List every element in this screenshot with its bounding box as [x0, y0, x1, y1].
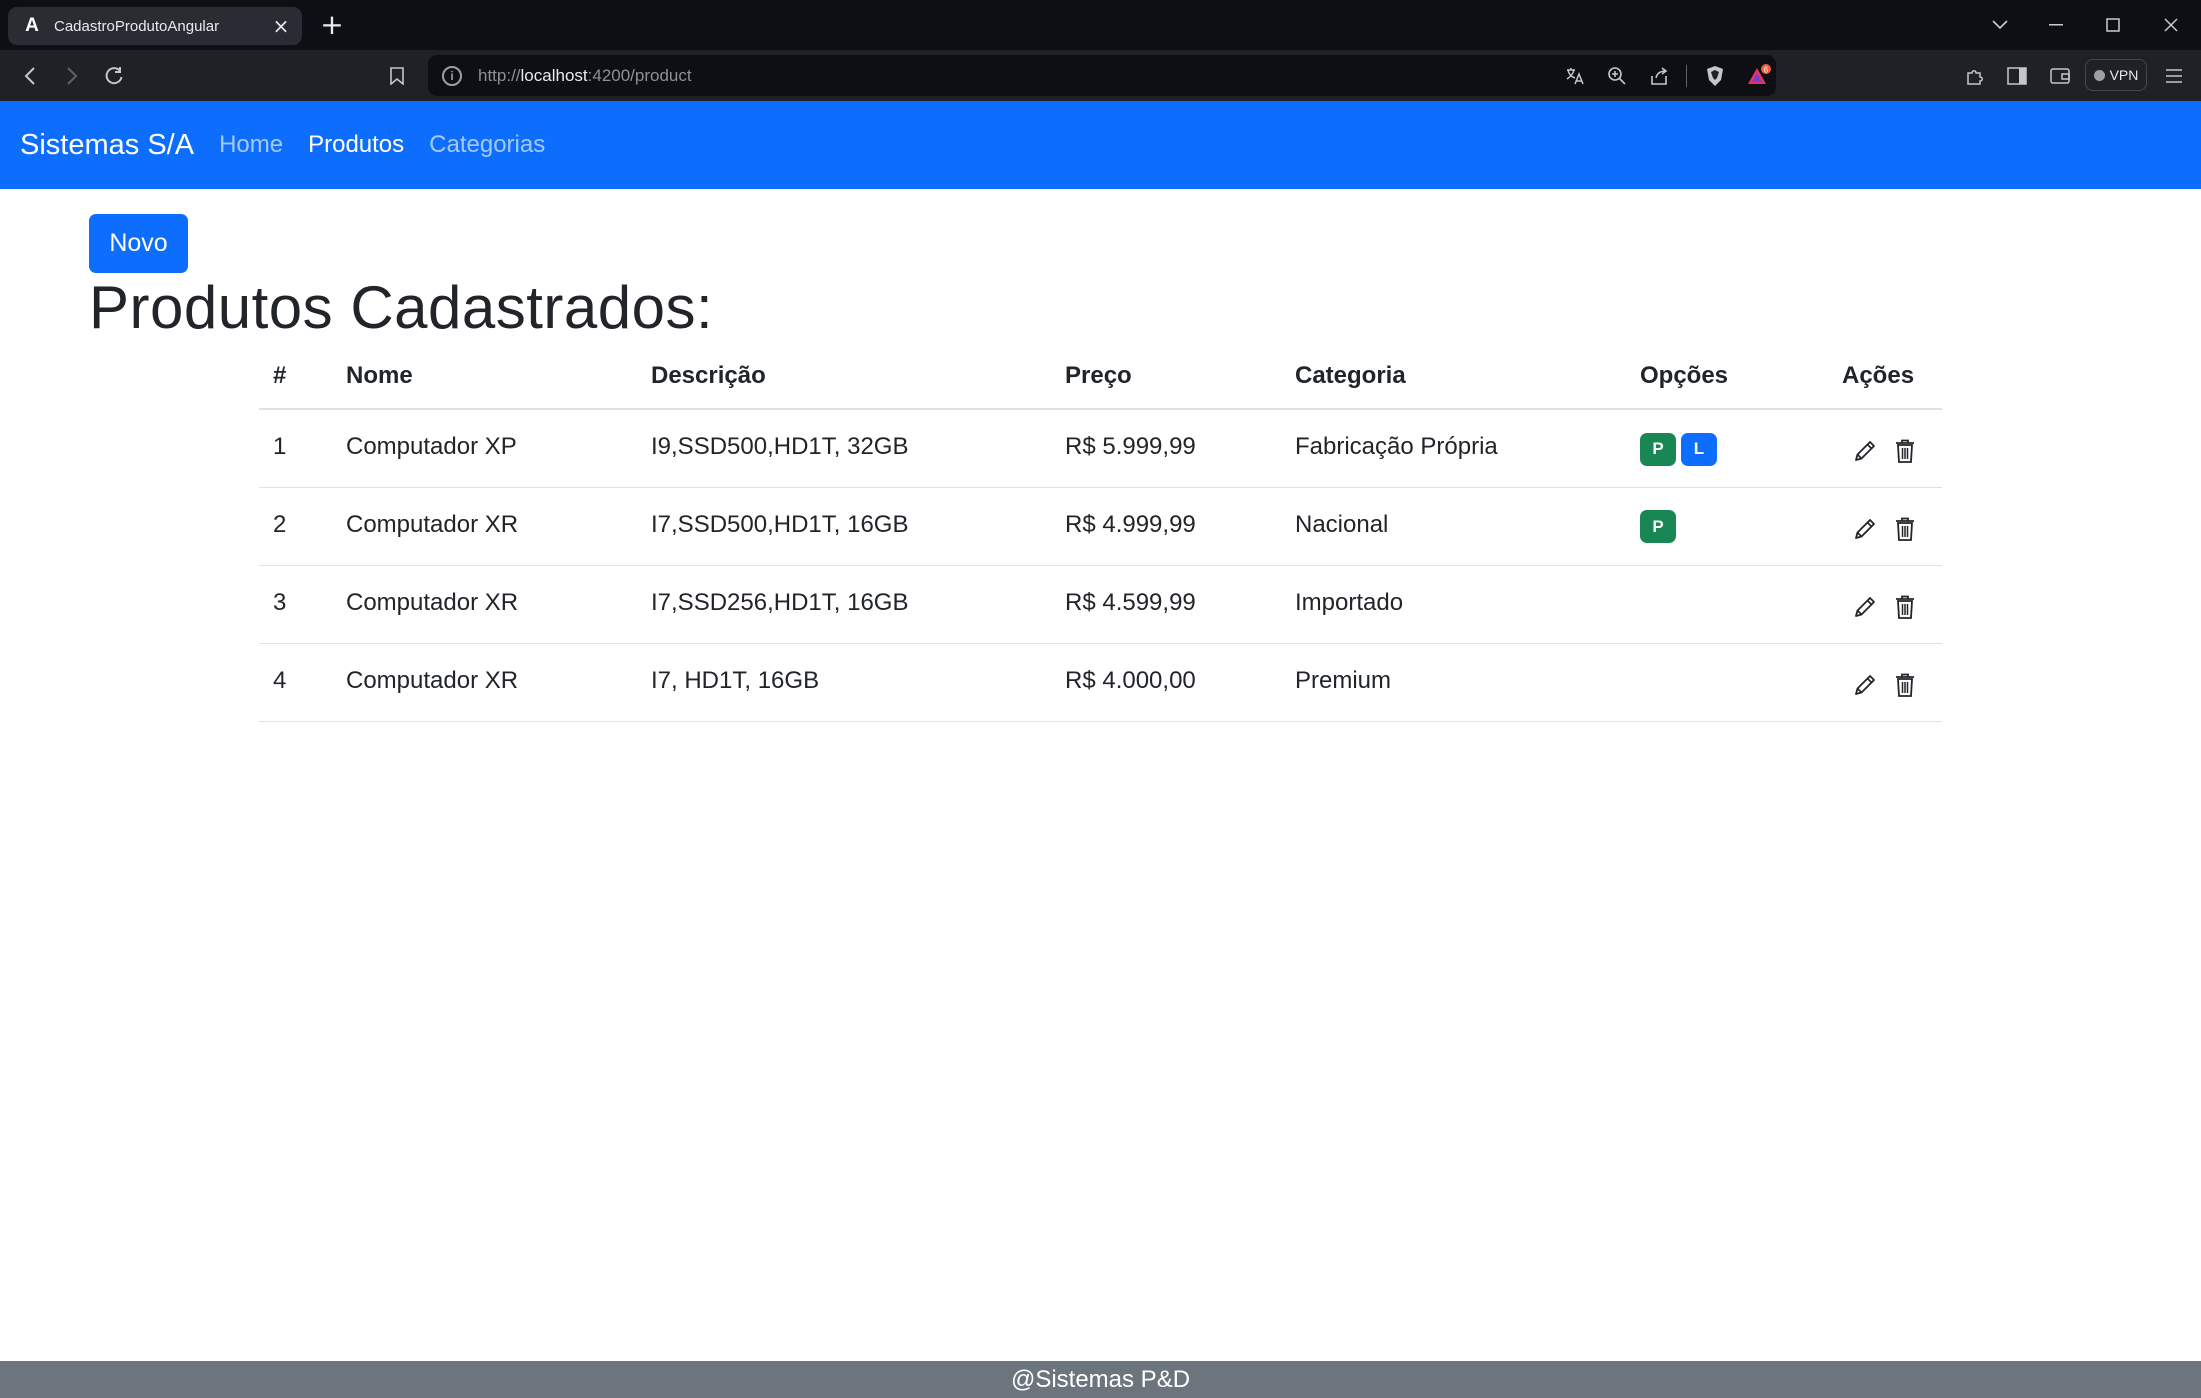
reload-icon[interactable] [97, 60, 131, 92]
sidebar-icon[interactable] [2000, 60, 2034, 92]
header-preco: Preço [1051, 344, 1281, 410]
navbar: Sistemas S/A Home Produtos Categorias [0, 101, 2201, 189]
browser-tab-strip: A CadastroProdutoAngular × + [0, 0, 2201, 50]
trash-icon[interactable] [1890, 670, 1920, 700]
cell-opcoes [1626, 643, 1828, 722]
cell-descricao: I7,SSD256,HD1T, 16GB [637, 565, 1051, 644]
separator [1686, 65, 1687, 87]
page-viewport: Sistemas S/A Home Produtos Categorias No… [0, 101, 2201, 1398]
forward-icon[interactable] [55, 60, 89, 92]
close-window-icon[interactable] [2154, 10, 2188, 40]
cell-opcoes [1626, 565, 1828, 644]
brave-shields-icon[interactable] [1702, 63, 1728, 89]
cell-acoes [1828, 487, 1942, 566]
browser-toolbar: i http://localhost:4200/product 6 VPN [0, 50, 2201, 101]
header-nome: Nome [332, 344, 637, 410]
translate-icon[interactable] [1562, 63, 1588, 89]
minimize-icon[interactable] [2039, 10, 2073, 40]
site-info-icon[interactable]: i [442, 65, 462, 86]
cell-preco: R$ 4.999,99 [1051, 487, 1281, 566]
cell-acoes [1828, 409, 1942, 488]
products-table: # Nome Descrição Preço Categoria Opções … [259, 344, 1942, 722]
table-row: 3 Computador XR I7,SSD256,HD1T, 16GB R$ 4.5… [259, 565, 1942, 644]
footer-text: @Sistemas P&D [1010, 1365, 1191, 1393]
cell-categoria: Premium [1281, 643, 1626, 722]
cell-acoes [1828, 565, 1942, 644]
cell-index: 4 [259, 643, 332, 722]
browser-tab[interactable]: A CadastroProdutoAngular × [8, 7, 302, 45]
address-bar[interactable]: i http://localhost:4200/product 6 [428, 55, 1776, 96]
tab-search-chevron-icon[interactable] [1983, 10, 2017, 40]
row-actions [1842, 670, 1928, 700]
table-row: 1 Computador XP I9,SSD500,HD1T, 32GB R$ 5.9… [259, 409, 1942, 488]
pencil-icon[interactable] [1850, 592, 1880, 622]
cell-preco: R$ 4.000,00 [1051, 643, 1281, 722]
nav-link-produtos[interactable]: Produtos [308, 131, 404, 159]
vpn-label: VPN [2109, 67, 2139, 83]
header-opcoes: Opções [1626, 344, 1828, 410]
cell-nome: Computador XR [332, 643, 637, 722]
row-actions [1842, 592, 1928, 622]
zoom-icon[interactable] [1604, 63, 1630, 89]
table-row: 2 Computador XR I7,SSD500,HD1T, 16GB R$ 4.9… [259, 487, 1942, 566]
row-actions [1842, 436, 1928, 466]
bookmark-icon[interactable] [380, 60, 414, 92]
pencil-icon[interactable] [1850, 514, 1880, 544]
cell-index: 2 [259, 487, 332, 566]
brave-rewards-icon[interactable]: 6 [1746, 63, 1772, 89]
cell-categoria: Nacional [1281, 487, 1626, 566]
new-product-button[interactable]: Novo [89, 214, 188, 273]
cell-nome: Computador XR [332, 565, 637, 644]
vpn-button[interactable]: VPN [2085, 59, 2147, 91]
trash-icon[interactable] [1890, 436, 1920, 466]
cell-descricao: I7, HD1T, 16GB [637, 643, 1051, 722]
header-categoria: Categoria [1281, 344, 1626, 410]
cell-preco: R$ 5.999,99 [1051, 409, 1281, 488]
navbar-brand[interactable]: Sistemas S/A [20, 129, 194, 162]
cell-index: 3 [259, 565, 332, 644]
footer: @Sistemas P&D [0, 1361, 2201, 1398]
trash-icon[interactable] [1890, 592, 1920, 622]
cell-descricao: I7,SSD500,HD1T, 16GB [637, 487, 1051, 566]
extensions-icon[interactable] [1958, 60, 1992, 92]
cell-descricao: I9,SSD500,HD1T, 32GB [637, 409, 1051, 488]
header-descricao: Descrição [637, 344, 1051, 410]
svg-text:6: 6 [1764, 66, 1769, 75]
pencil-icon[interactable] [1850, 436, 1880, 466]
trash-icon[interactable] [1890, 514, 1920, 544]
nav-link-home[interactable]: Home [219, 131, 283, 159]
vpn-status-icon [2093, 69, 2105, 81]
table-header-row: # Nome Descrição Preço Categoria Opções … [259, 344, 1942, 410]
tab-title: CadastroProdutoAngular [54, 17, 220, 35]
cell-nome: Computador XP [332, 409, 637, 488]
option-badge: P [1640, 432, 1676, 466]
cell-categoria: Importado [1281, 565, 1626, 644]
row-actions [1842, 514, 1928, 544]
table-row: 4 Computador XR I7, HD1T, 16GB R$ 4.000,00 P… [259, 643, 1942, 722]
cell-opcoes: PL [1626, 409, 1828, 488]
maximize-icon[interactable] [2096, 10, 2130, 40]
header-index: # [259, 344, 332, 410]
cell-acoes [1828, 643, 1942, 722]
cell-preco: R$ 4.599,99 [1051, 565, 1281, 644]
cell-nome: Computador XR [332, 487, 637, 566]
option-badge: P [1640, 510, 1676, 543]
close-tab-icon[interactable]: × [270, 14, 292, 38]
cell-opcoes: P [1626, 487, 1828, 566]
pencil-icon[interactable] [1850, 670, 1880, 700]
url-text: http://localhost:4200/product [478, 65, 692, 85]
wallet-icon[interactable] [2043, 60, 2077, 92]
cell-index: 1 [259, 409, 332, 488]
header-acoes: Ações [1828, 344, 1942, 410]
new-tab-icon[interactable]: + [318, 11, 346, 39]
angular-icon: A [25, 15, 39, 36]
menu-icon[interactable] [2157, 60, 2191, 92]
back-icon[interactable] [13, 60, 47, 92]
cell-categoria: Fabricação Própria [1281, 409, 1626, 488]
option-badge: L [1681, 432, 1717, 466]
nav-link-categorias[interactable]: Categorias [429, 131, 545, 159]
page-title: Produtos Cadastrados: [89, 274, 714, 341]
share-icon[interactable] [1646, 63, 1672, 89]
